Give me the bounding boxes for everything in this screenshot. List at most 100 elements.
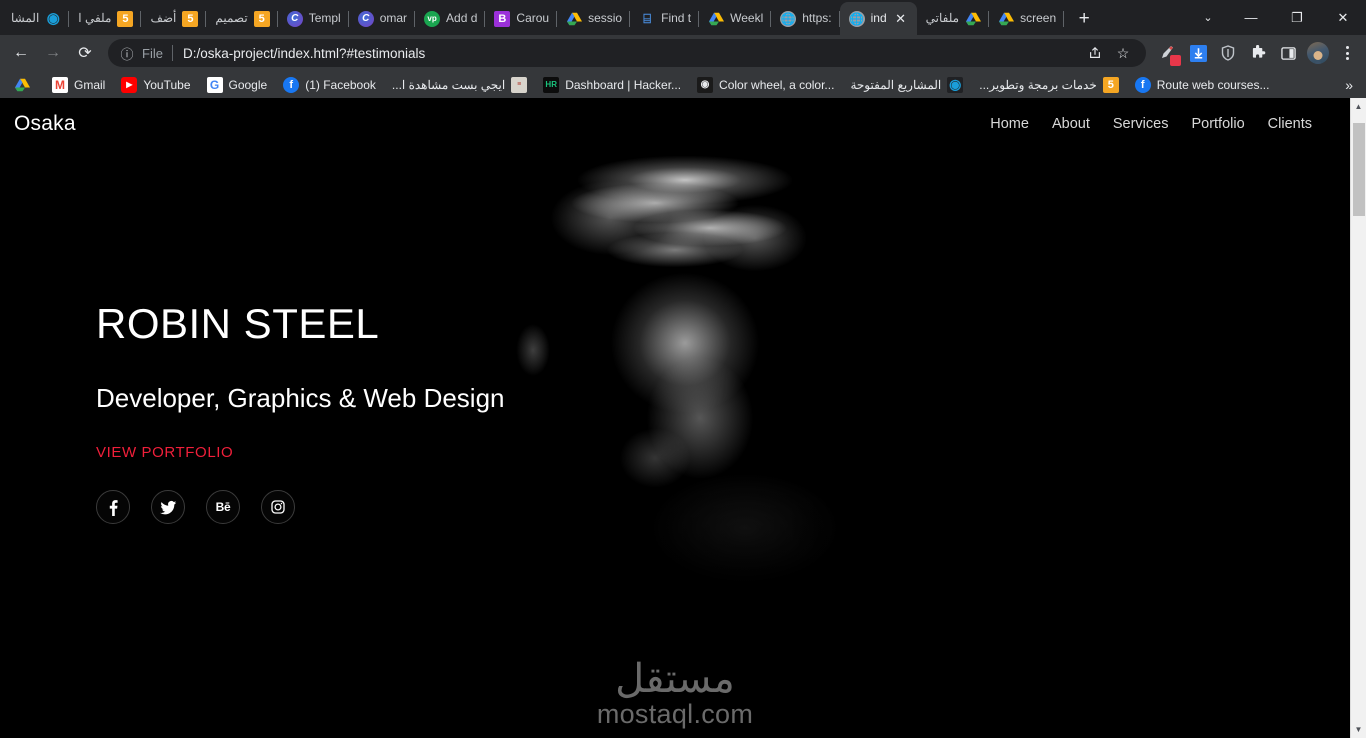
nav-link-home[interactable]: Home	[990, 116, 1029, 132]
facebook-icon[interactable]	[96, 490, 130, 524]
site-logo[interactable]: Osaka	[14, 112, 76, 136]
new-tab-button[interactable]: +	[1070, 5, 1098, 33]
puzzle-extensions-icon[interactable]	[1244, 39, 1272, 67]
mostaql-icon: ◉	[45, 11, 61, 27]
bookmark-item[interactable]: HR Dashboard | Hacker...	[535, 74, 689, 96]
page-scrollbar[interactable]: ▲ ▼	[1350, 98, 1366, 738]
close-window-button[interactable]: ✕	[1320, 0, 1366, 35]
extension-badge	[1170, 55, 1181, 66]
browser-tab[interactable]: C omar	[349, 2, 415, 35]
main-navigation: Home About Services Portfolio Clients	[990, 116, 1312, 132]
bookmarks-bar: M Gmail ▶ YouTube G Google f (1) Faceboo…	[0, 71, 1366, 98]
browser-tab[interactable]: 5 تصميم	[206, 2, 277, 35]
browser-tab-active[interactable]: 🌐 ind ✕	[840, 2, 917, 35]
tab-search-icon[interactable]: ⌄	[1188, 0, 1228, 35]
url-text: D:/oska-project/index.html?#testimonials	[183, 46, 425, 61]
bookmark-label: Google	[229, 78, 268, 92]
window-controls: ⌄ — ❐ ✕	[1188, 0, 1366, 35]
scroll-down-arrow-icon[interactable]: ▼	[1351, 721, 1366, 738]
browser-tab[interactable]: screen	[989, 2, 1064, 35]
twitter-icon[interactable]	[151, 490, 185, 524]
nav-link-portfolio[interactable]: Portfolio	[1191, 116, 1244, 132]
khamsat-icon: 5	[1103, 77, 1119, 93]
chrome-menu-icon[interactable]	[1334, 39, 1360, 67]
reload-button[interactable]: ⟳	[70, 38, 100, 68]
forward-button[interactable]: →	[38, 38, 68, 68]
tab-title: ind	[871, 2, 887, 35]
view-portfolio-link[interactable]: VIEW PORTFOLIO	[96, 444, 233, 461]
khamsat-icon: 5	[254, 11, 270, 27]
side-panel-icon[interactable]	[1274, 39, 1302, 67]
browser-tab[interactable]: sessio	[557, 2, 630, 35]
instagram-icon[interactable]	[261, 490, 295, 524]
minimize-button[interactable]: —	[1228, 0, 1274, 35]
browser-tab[interactable]: C Templ	[278, 2, 349, 35]
tab-title: Weekl	[730, 2, 763, 35]
browser-tab[interactable]: ملفاتي	[917, 2, 989, 35]
watermark-latin: mostaql.com	[597, 700, 753, 730]
facebook-icon: f	[1135, 77, 1151, 93]
coursera-icon: C	[358, 11, 374, 27]
nav-link-clients[interactable]: Clients	[1268, 116, 1312, 132]
nav-link-about[interactable]: About	[1052, 116, 1090, 132]
tab-title: screen	[1020, 2, 1056, 35]
bookmark-item[interactable]: 5 خدمات برمجة وتطوير...	[971, 74, 1126, 96]
url-scheme-label: File	[142, 46, 172, 61]
close-tab-icon[interactable]: ✕	[893, 11, 909, 27]
browser-tab[interactable]: ◉ المشا	[2, 2, 69, 35]
bookmark-item[interactable]	[6, 74, 44, 96]
tab-strip: ◉ المشا 5 ملفي ا 5 أضف 5 تصميم C Templ C…	[0, 0, 1366, 35]
bookmark-item[interactable]: M Gmail	[44, 74, 113, 96]
scrollbar-thumb[interactable]	[1353, 123, 1365, 216]
profile-avatar[interactable]	[1307, 42, 1329, 64]
maximize-button[interactable]: ❐	[1274, 0, 1320, 35]
tab-title: Add d	[446, 2, 477, 35]
browser-tab[interactable]: Weekl	[699, 2, 771, 35]
browser-tab[interactable]: B Carou	[485, 2, 557, 35]
tab-title: المشا	[11, 2, 39, 35]
browser-tab[interactable]: ⌸ Find t	[630, 2, 699, 35]
bookmark-item[interactable]: ▶ YouTube	[113, 74, 198, 96]
tab-title: omar	[380, 2, 407, 35]
browser-window: ◉ المشا 5 ملفي ا 5 أضف 5 تصميم C Templ C…	[0, 0, 1366, 738]
tab-title: ملفاتي	[926, 2, 959, 35]
globe-icon: 🌐	[780, 11, 796, 27]
hero-section: ROBIN STEEL Developer, Graphics & Web De…	[0, 303, 1350, 524]
social-links: Bē	[96, 490, 1350, 524]
browser-tab[interactable]: 5 ملفي ا	[69, 2, 141, 35]
bookmark-item[interactable]: ≡ ايجي بست مشاهدة ا...	[384, 74, 535, 96]
drive-icon	[965, 11, 981, 27]
mostaql-icon: ◉	[947, 77, 963, 93]
drive-icon	[14, 77, 30, 93]
bookmark-label: ايجي بست مشاهدة ا...	[392, 78, 505, 92]
web-page: Osaka Home About Services Portfolio Clie…	[0, 98, 1350, 738]
hackerrank-icon: HR	[543, 77, 559, 93]
bookmark-item[interactable]: ◉ المشاريع المفتوحة	[842, 74, 971, 96]
bookmark-star-icon[interactable]: ☆	[1110, 40, 1136, 66]
facebook-icon: f	[283, 77, 299, 93]
globe-icon: 🌐	[849, 11, 865, 27]
download-icon[interactable]	[1184, 39, 1212, 67]
bookmark-item[interactable]: ◉ Color wheel, a color...	[689, 74, 842, 96]
bookmarks-overflow-button[interactable]: »	[1338, 77, 1360, 93]
shield-extension-icon[interactable]	[1214, 39, 1242, 67]
bookmark-label: YouTube	[143, 78, 190, 92]
nav-link-services[interactable]: Services	[1113, 116, 1169, 132]
scroll-up-arrow-icon[interactable]: ▲	[1351, 98, 1366, 115]
behance-icon[interactable]: Bē	[206, 490, 240, 524]
hero-subtitle: Developer, Graphics & Web Design	[96, 385, 1350, 411]
browser-tab[interactable]: 5 أضف	[141, 2, 206, 35]
address-bar[interactable]: ⓘ File D:/oska-project/index.html?#testi…	[108, 39, 1146, 67]
browser-tab[interactable]: 🌐 https:	[771, 2, 839, 35]
page-info-icon[interactable]: ⓘ	[118, 44, 136, 62]
bookmark-item[interactable]: G Google	[199, 74, 276, 96]
share-icon[interactable]	[1082, 40, 1108, 66]
back-button[interactable]: ←	[6, 38, 36, 68]
drive-icon	[566, 11, 582, 27]
bookmark-item[interactable]: f Route web courses...	[1127, 74, 1278, 96]
bookmark-label: Route web courses...	[1157, 78, 1270, 92]
browser-tab[interactable]: vp Add d	[415, 2, 485, 35]
bookmark-item[interactable]: f (1) Facebook	[275, 74, 384, 96]
figma-icon: ⌸	[639, 11, 655, 27]
eyedropper-extension-icon[interactable]	[1154, 39, 1182, 67]
